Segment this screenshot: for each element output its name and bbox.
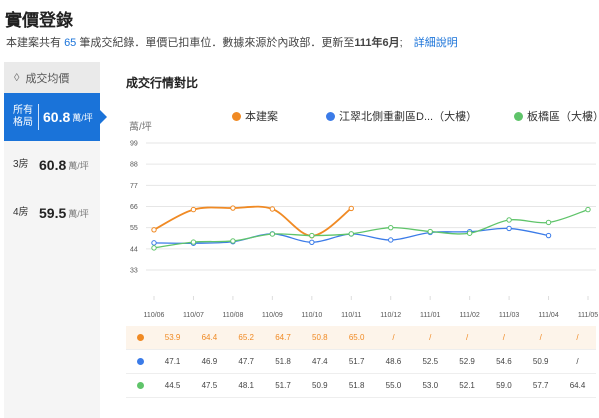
series-dot xyxy=(136,358,144,365)
data-point[interactable] xyxy=(545,219,552,226)
table-cell: 48.1 xyxy=(238,381,254,390)
data-point[interactable] xyxy=(151,227,157,233)
table-cell: 51.8 xyxy=(348,381,365,390)
data-point[interactable] xyxy=(348,205,354,212)
y-tick-label: 66 xyxy=(130,204,138,211)
x-tick-label: 110/08 xyxy=(222,312,243,319)
table-cell: 50.8 xyxy=(312,333,328,342)
x-tick-label: 110/07 xyxy=(183,312,204,319)
table-cell: 64.4 xyxy=(569,381,586,390)
table-cell: 64.4 xyxy=(201,333,218,342)
x-tick-label: 111/05 xyxy=(578,312,598,319)
y-tick-label: 88 xyxy=(130,162,138,169)
table-cell: 52.5 xyxy=(422,357,439,366)
series-dot xyxy=(136,334,144,341)
data-point[interactable] xyxy=(348,231,354,237)
data-point[interactable] xyxy=(269,206,276,212)
table-row: 44.5 47.5 48.1 51.7 50.9 51.8 55.0 53.0 … xyxy=(126,374,596,398)
table-cell: 51.7 xyxy=(348,357,365,366)
x-tick-label: 110/12 xyxy=(380,312,401,319)
x-tick-label: 110/11 xyxy=(341,312,361,319)
data-point[interactable] xyxy=(309,239,315,245)
table-cell: 47.7 xyxy=(238,357,254,366)
x-tick-label: 110/10 xyxy=(301,312,322,319)
y-tick-label: 44 xyxy=(130,246,138,253)
table-cell: 52.1 xyxy=(459,381,475,390)
table-cell: / xyxy=(576,333,579,342)
data-point[interactable] xyxy=(230,205,236,211)
data-point[interactable] xyxy=(151,240,157,246)
series-line-1 xyxy=(153,205,352,237)
table-cell: 53.0 xyxy=(422,381,439,390)
table-cell: 50.9 xyxy=(312,381,328,390)
table-cell: 54.6 xyxy=(496,357,512,366)
data-point[interactable] xyxy=(466,230,473,236)
table-cell: 59.0 xyxy=(496,381,512,390)
data-point[interactable] xyxy=(190,239,197,245)
table-cell: / xyxy=(576,357,579,366)
x-tick-label: 111/02 xyxy=(459,312,479,319)
data-point[interactable] xyxy=(506,217,512,223)
table-cell: / xyxy=(465,333,469,342)
x-tick-label: 111/01 xyxy=(420,312,440,319)
data-point[interactable] xyxy=(309,232,315,239)
table-cell: 44.5 xyxy=(164,381,181,390)
data-point[interactable] xyxy=(151,245,157,251)
table-cell: 51.8 xyxy=(275,357,291,366)
data-point[interactable] xyxy=(269,231,276,237)
table-row: 47.1 46.9 47.7 51.8 47.4 51.7 48.6 52.5 … xyxy=(126,350,596,374)
table-cell: 64.7 xyxy=(275,333,291,342)
table-cell: / xyxy=(502,333,506,342)
table-cell: 55.0 xyxy=(385,381,402,390)
price-table: 53.9 64.4 65.2 64.7 50.8 65.0 / / / / / … xyxy=(126,326,596,398)
table-cell: 50.9 xyxy=(532,357,549,366)
x-tick-label: 111/04 xyxy=(538,312,558,319)
series-line-3 xyxy=(153,208,589,249)
x-tick-label: 110/06 xyxy=(144,312,165,319)
table-cell: 47.5 xyxy=(201,381,218,390)
x-tick-label: 110/09 xyxy=(262,312,283,319)
table-cell: 65.0 xyxy=(348,333,365,342)
data-point[interactable] xyxy=(585,206,591,213)
data-point[interactable] xyxy=(230,238,236,244)
y-tick-label: 77 xyxy=(130,183,138,190)
y-tick-label: 55 xyxy=(130,225,138,232)
y-tick-label: 33 xyxy=(130,268,138,275)
table-cell: 65.2 xyxy=(238,333,254,342)
data-point[interactable] xyxy=(190,206,197,213)
table-cell: 57.7 xyxy=(532,381,549,390)
table-cell: 48.6 xyxy=(385,357,402,366)
y-tick-label: 99 xyxy=(130,141,138,148)
table-cell: / xyxy=(429,333,432,342)
x-tick-label: 111/03 xyxy=(499,312,519,319)
series-dot xyxy=(136,382,144,389)
table-cell: / xyxy=(539,333,542,342)
table-cell: 47.4 xyxy=(312,357,328,366)
table-cell: 51.7 xyxy=(275,381,291,390)
data-point[interactable] xyxy=(545,232,552,239)
data-point[interactable] xyxy=(427,228,433,235)
table-cell: / xyxy=(392,333,395,342)
table-cell: 46.9 xyxy=(201,357,218,366)
data-point[interactable] xyxy=(388,224,394,231)
data-point[interactable] xyxy=(506,225,512,232)
table-row: 53.9 64.4 65.2 64.7 50.8 65.0 / / / / / … xyxy=(126,326,596,350)
table-cell: 47.1 xyxy=(164,357,181,366)
table-cell: 52.9 xyxy=(459,357,475,366)
table-cell: 53.9 xyxy=(164,333,181,342)
data-point[interactable] xyxy=(388,237,394,243)
